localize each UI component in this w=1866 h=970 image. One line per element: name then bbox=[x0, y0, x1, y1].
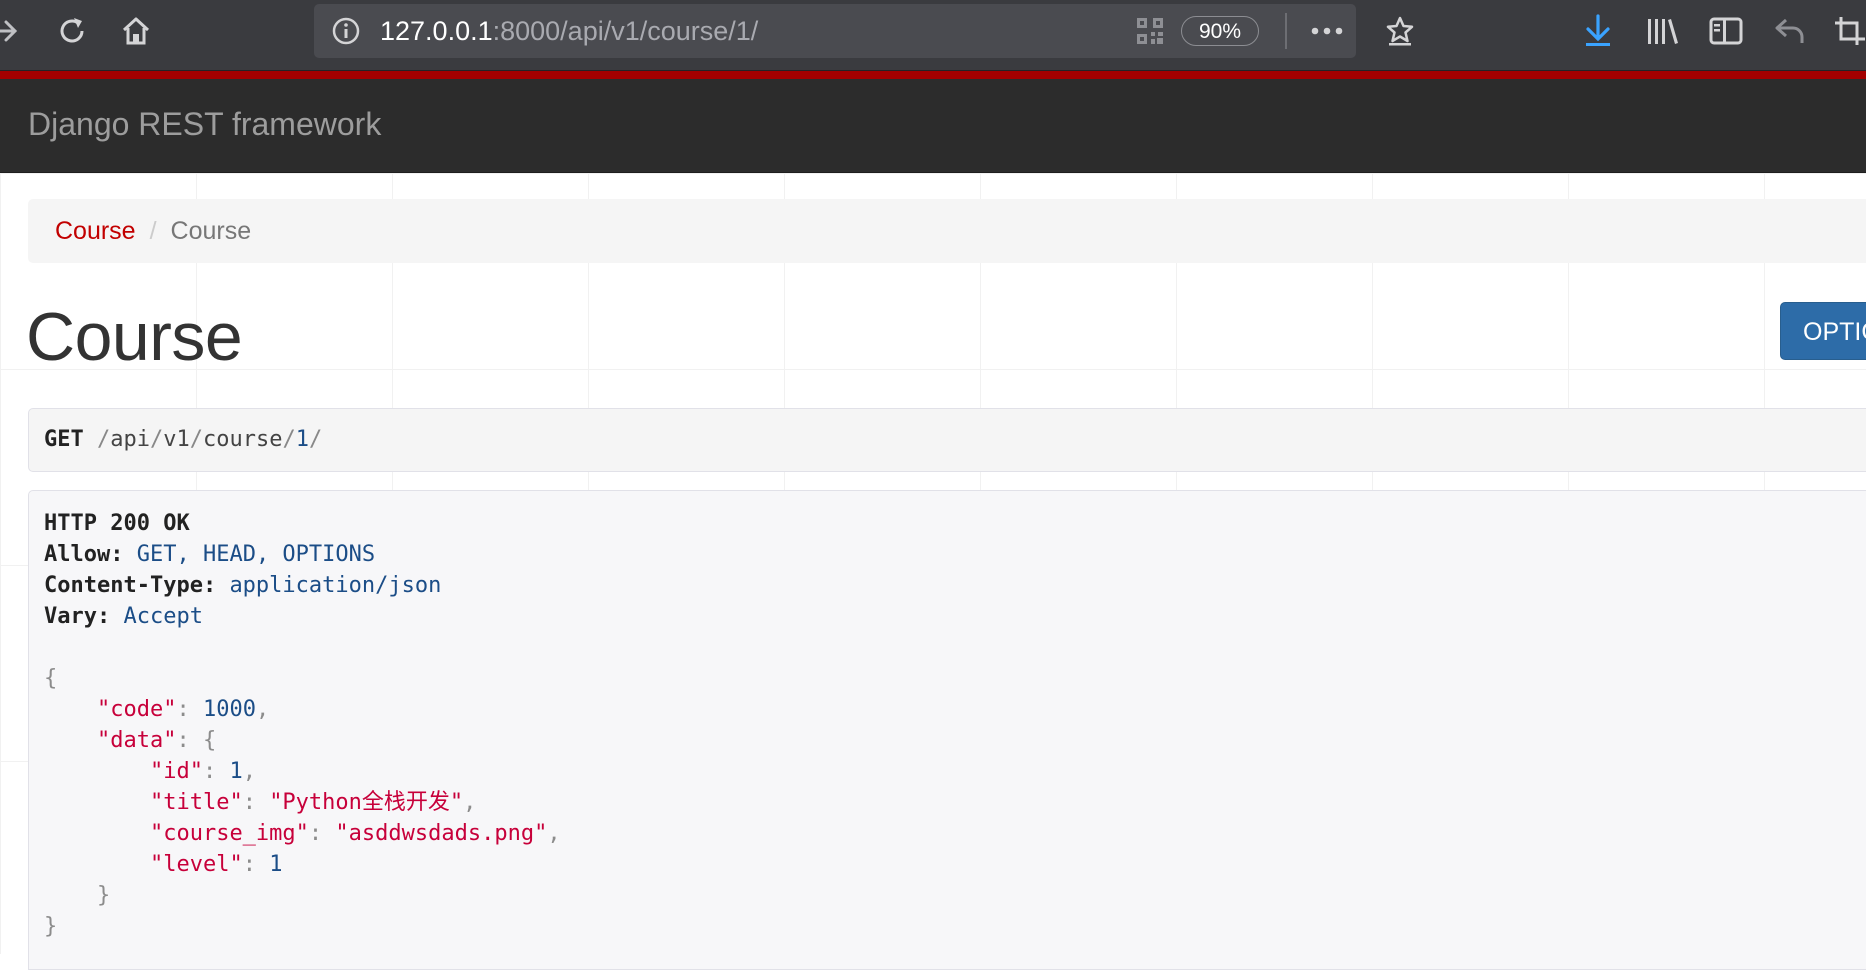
response-info: HTTP 200 OK Allow: GET, HEAD, OPTIONS Cont… bbox=[28, 490, 1866, 970]
response-header: Vary: Accept bbox=[44, 604, 203, 629]
qr-code-icon[interactable] bbox=[1130, 14, 1170, 48]
breadcrumb: Course / Course bbox=[28, 199, 1866, 263]
screenshot-icon[interactable] bbox=[1830, 14, 1866, 48]
page-title: Course bbox=[26, 299, 243, 375]
json-line: "id": 1, bbox=[149, 759, 256, 784]
request-path: /api/v1/course/1/ bbox=[97, 427, 323, 452]
breadcrumb-separator: / bbox=[149, 217, 157, 245]
sidebar-icon[interactable] bbox=[1706, 14, 1746, 48]
info-icon[interactable] bbox=[326, 14, 366, 48]
response-status: HTTP 200 OK bbox=[44, 511, 190, 536]
json-line: } bbox=[44, 914, 58, 939]
json-line: "level": 1 bbox=[149, 852, 283, 877]
undo-icon[interactable] bbox=[1770, 14, 1810, 48]
zoom-level-badge[interactable]: 90% bbox=[1181, 16, 1259, 46]
bookmark-star-icon[interactable] bbox=[1380, 14, 1420, 48]
url-text[interactable]: 127.0.0.1:8000/api/v1/course/1/ bbox=[380, 16, 758, 47]
request-info: GET /api/v1/course/1/ bbox=[28, 408, 1866, 472]
more-icon[interactable] bbox=[1307, 14, 1347, 48]
breadcrumb-current: Course bbox=[170, 217, 252, 245]
brand-link[interactable]: Django REST framework bbox=[28, 106, 381, 143]
response-header: Content-Type: application/json bbox=[44, 573, 442, 598]
forward-icon[interactable] bbox=[0, 14, 26, 48]
request-method: GET bbox=[44, 427, 84, 452]
url-bar[interactable]: 127.0.0.1:8000/api/v1/course/1/ 90% bbox=[314, 4, 1356, 58]
json-line: "data": { bbox=[96, 728, 217, 753]
response-header: Allow: GET, HEAD, OPTIONS bbox=[44, 542, 376, 567]
browser-toolbar: 127.0.0.1:8000/api/v1/course/1/ 90% bbox=[0, 0, 1866, 71]
reload-icon[interactable] bbox=[52, 14, 92, 48]
url-path: :8000/api/v1/course/1/ bbox=[492, 16, 759, 46]
json-line: } bbox=[96, 883, 111, 908]
json-line: "title": "Python全栈开发", bbox=[149, 790, 477, 815]
url-bar-divider bbox=[1285, 13, 1287, 49]
breadcrumb-link-course[interactable]: Course bbox=[55, 217, 136, 245]
options-button[interactable]: OPTIONS bbox=[1780, 302, 1866, 360]
json-line: "code": 1000, bbox=[96, 697, 270, 722]
home-icon[interactable] bbox=[116, 14, 156, 48]
url-host: 127.0.0.1 bbox=[380, 16, 493, 46]
library-icon[interactable] bbox=[1643, 14, 1683, 48]
json-line: { bbox=[44, 666, 58, 691]
accent-bar bbox=[0, 71, 1866, 79]
json-line: "course_img": "asddwsdads.png", bbox=[149, 821, 561, 846]
navbar: Django REST framework bbox=[0, 79, 1866, 173]
download-icon[interactable] bbox=[1578, 14, 1618, 48]
